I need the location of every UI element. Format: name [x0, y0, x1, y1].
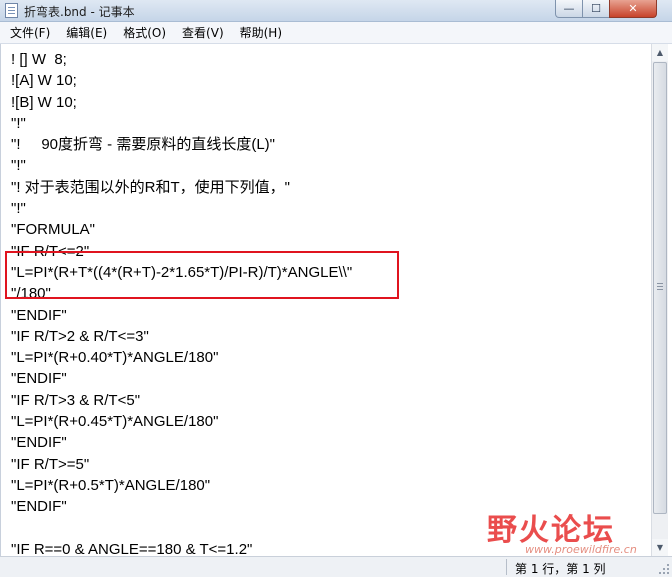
editor-line: "ENDIF"	[11, 306, 67, 324]
scroll-down-button[interactable]: ▼	[652, 539, 668, 556]
editor-line: "L=PI*(R+T*((4*(R+T)-2*1.65*T)/PI-R)/T)*…	[11, 263, 353, 281]
scrollbar-thumb[interactable]	[653, 62, 667, 514]
editor-line: "ENDIF"	[11, 370, 67, 388]
menu-help[interactable]: 帮助(H)	[234, 24, 288, 41]
grip-line	[657, 286, 663, 287]
editor-line: "IF R==0 & ANGLE==180 & T<=1.2"	[11, 540, 253, 556]
scroll-up-button[interactable]: ▲	[652, 44, 668, 61]
menu-bar: 文件(F) 编辑(E) 格式(O) 查看(V) 帮助(H)	[0, 22, 672, 44]
arrow-down-icon: ▼	[656, 543, 664, 552]
status-divider	[506, 559, 507, 575]
grip-line	[657, 283, 663, 284]
menu-edit[interactable]: 编辑(E)	[60, 24, 113, 41]
close-icon: ✕	[628, 2, 638, 15]
maximize-icon: ☐	[591, 2, 601, 15]
text-editor[interactable]: ! [] W 8; ![A] W 10; ![B] W 10; "!" "! 9…	[0, 44, 651, 556]
editor-line: "! 90度折弯 - 需要原料的直线长度(L)"	[11, 136, 276, 154]
editor-line: "IF R/T>=5"	[11, 455, 90, 473]
editor-line: "IF R/T>3 & R/T<5"	[11, 391, 141, 409]
title-bar[interactable]: 折弯表.bnd - 记事本 — ☐ ✕	[0, 0, 672, 22]
editor-line: "IF R/T<=2"	[11, 242, 90, 260]
editor-line: "!"	[11, 200, 26, 218]
editor-line: ! [] W 8;	[11, 51, 67, 68]
editor-line: "/180"	[11, 285, 51, 303]
menu-view[interactable]: 查看(V)	[176, 24, 230, 41]
editor-line: "ENDIF"	[11, 498, 67, 516]
watermark-logo: 野火论坛 www.proewildfire.cn	[487, 505, 647, 556]
minimize-icon: —	[563, 2, 575, 15]
status-bar: 第 1 行，第 1 列	[0, 556, 672, 577]
editor-lines: ! [] W 8; ![A] W 10; ![B] W 10; "!" "! 9…	[11, 49, 352, 556]
editor-line: ![B] W 10;	[11, 93, 77, 111]
arrow-up-icon: ▲	[656, 48, 664, 57]
editor-line: "! 对于表范围以外的R和T，使用下列值，"	[11, 178, 290, 196]
minimize-button[interactable]: —	[555, 0, 583, 18]
maximize-button[interactable]: ☐	[582, 0, 610, 18]
window-title: 折弯表.bnd - 记事本	[24, 5, 135, 19]
editor-line: "IF R/T>2 & R/T<=3"	[11, 327, 149, 345]
menu-format[interactable]: 格式(O)	[117, 24, 172, 41]
editor-line: "L=PI*(R+0.45*T)*ANGLE/180"	[11, 413, 219, 431]
editor-line: "L=PI*(R+0.5*T)*ANGLE/180"	[11, 476, 211, 494]
grip-line	[657, 289, 663, 290]
vertical-scrollbar[interactable]: ▲ ▼	[651, 44, 668, 556]
editor-line: ![A] W 10;	[11, 72, 77, 90]
editor-line: "!"	[11, 157, 26, 175]
close-button[interactable]: ✕	[609, 0, 657, 18]
editor-line: "!"	[11, 114, 26, 132]
watermark-url: www.proewildfire.cn	[525, 543, 637, 556]
editor-line: "L=PI*(R+0.40*T)*ANGLE/180"	[11, 349, 219, 367]
resize-grip-icon[interactable]	[659, 564, 669, 574]
editor-line: "FORMULA"	[11, 221, 95, 239]
editor-line: "ENDIF"	[11, 434, 67, 452]
menu-file[interactable]: 文件(F)	[4, 24, 56, 41]
notepad-icon	[5, 3, 18, 18]
cursor-position: 第 1 行，第 1 列	[515, 562, 606, 576]
